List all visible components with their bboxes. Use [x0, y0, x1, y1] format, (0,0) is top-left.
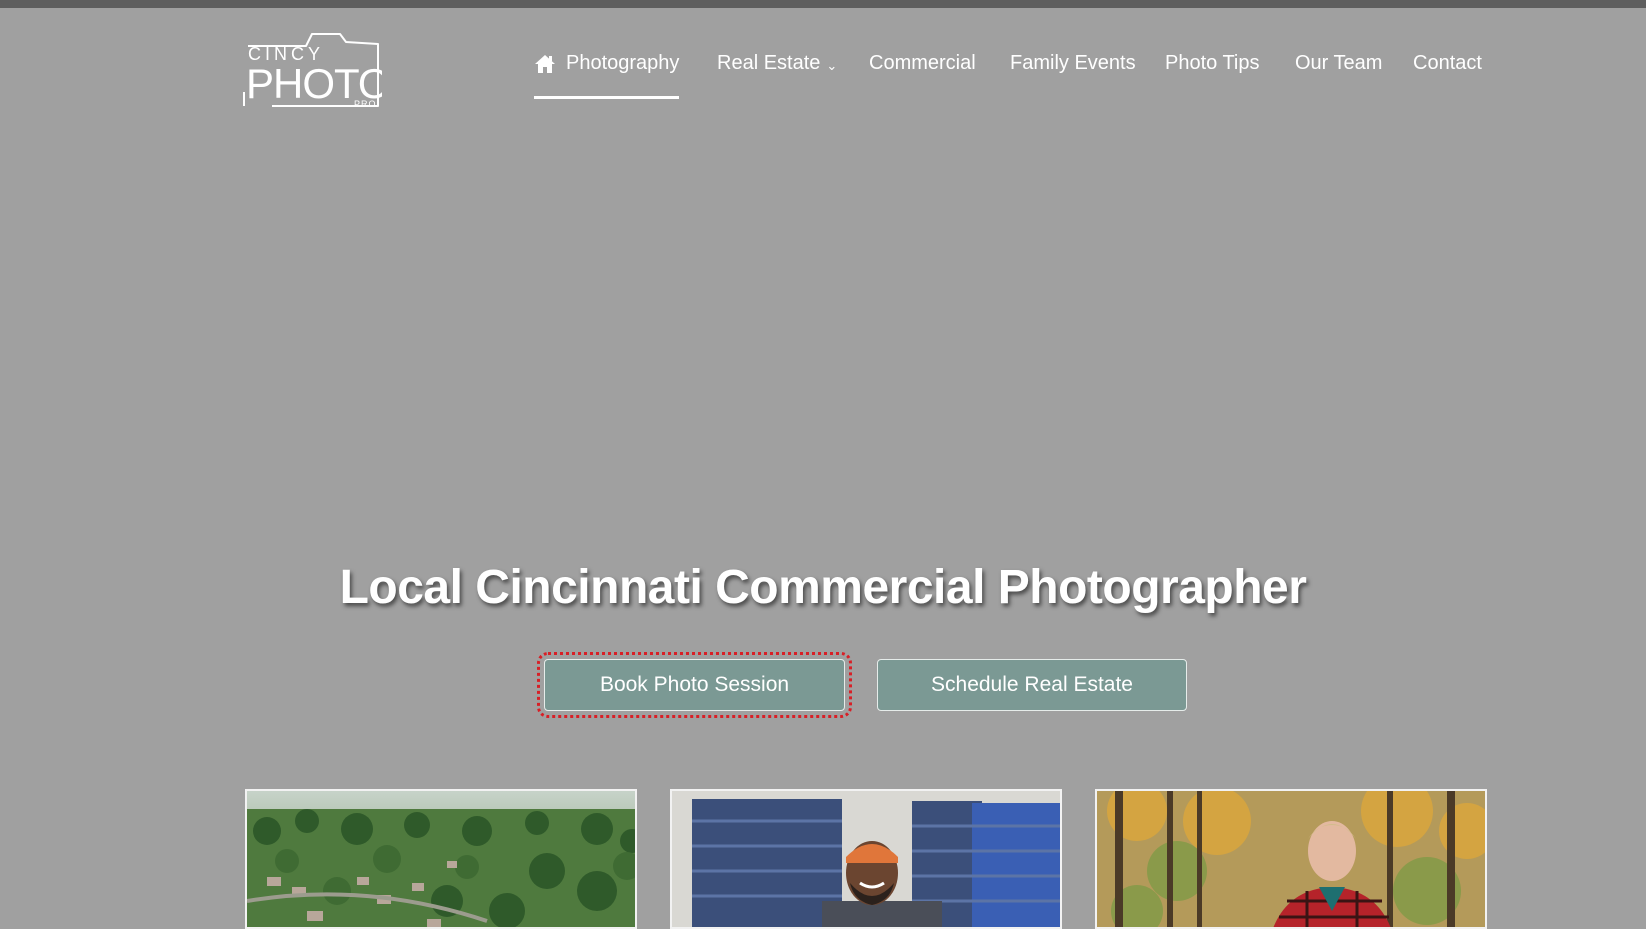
hero-title: Local Cincinnati Commercial Photographer	[339, 561, 1307, 614]
aerial-neighborhood-image	[247, 791, 635, 927]
nav-item-contact[interactable]: Contact	[1413, 52, 1482, 75]
nav-item-real-estate[interactable]: Real Estate ⌄	[717, 52, 837, 75]
nav-label-photo-tips: Photo Tips	[1165, 52, 1260, 74]
autumn-portrait-image	[1097, 791, 1485, 927]
nav-item-family-events[interactable]: Family Events	[1010, 52, 1136, 75]
nav-label-real-estate: Real Estate	[717, 52, 821, 74]
photo-card-commercial[interactable]	[670, 789, 1062, 929]
site-logo[interactable]: CINCY PHOTO PRO	[242, 30, 391, 112]
nav-item-photography[interactable]: Photography	[534, 52, 680, 99]
commercial-worker-image	[672, 791, 1060, 927]
chevron-down-icon: ⌄	[826, 57, 838, 73]
photo-card-family[interactable]	[1095, 789, 1487, 929]
nav-item-commercial[interactable]: Commercial	[869, 52, 976, 75]
book-photo-session-button[interactable]: Book Photo Session	[537, 652, 852, 718]
nav-label-commercial: Commercial	[869, 52, 976, 74]
nav-label-family-events: Family Events	[1010, 52, 1136, 74]
nav-item-our-team[interactable]: Our Team	[1295, 52, 1382, 75]
nav-label-photography: Photography	[566, 52, 680, 74]
nav-label-contact: Contact	[1413, 52, 1482, 74]
logo-line3: PRO	[354, 99, 377, 109]
home-icon	[534, 53, 556, 75]
nav-label-our-team: Our Team	[1295, 52, 1383, 74]
logo-graphic: CINCY PHOTO PRO	[243, 33, 391, 109]
top-bar	[0, 0, 1646, 8]
photo-card-aerial[interactable]	[245, 789, 637, 929]
nav-item-photo-tips[interactable]: Photo Tips	[1165, 52, 1260, 75]
schedule-real-estate-button[interactable]: Schedule Real Estate	[877, 659, 1187, 711]
